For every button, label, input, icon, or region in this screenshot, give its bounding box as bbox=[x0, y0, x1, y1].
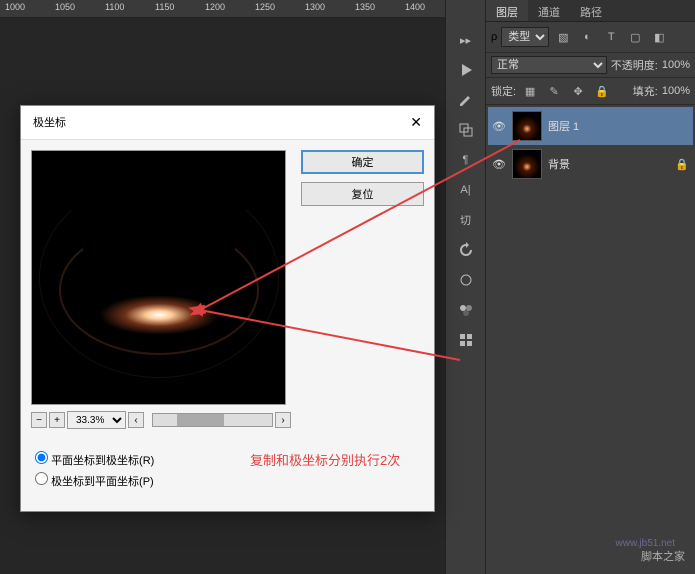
layers-panel: 图层 通道 路径 ρ 类型 ▧ ◐ T ▢ ◧ 正常 不透明度: 100% 锁定… bbox=[485, 0, 695, 574]
panel-tabs: 图层 通道 路径 bbox=[486, 0, 695, 22]
visibility-icon[interactable]: 👁 bbox=[492, 158, 506, 171]
radio-group: 平面坐标到极坐标(R) 极坐标到平面坐标(P) bbox=[31, 439, 291, 501]
layer-row[interactable]: 👁 背景 🔒 bbox=[488, 145, 693, 183]
kind-filter-select[interactable]: 类型 bbox=[501, 27, 549, 47]
fill-value[interactable]: 100% bbox=[662, 85, 690, 97]
dialog-title-text: 极坐标 bbox=[33, 114, 66, 131]
tab-paths[interactable]: 路径 bbox=[570, 0, 612, 21]
ruler-tick: 1050 bbox=[55, 0, 105, 17]
ruler-tick: 1300 bbox=[305, 0, 355, 17]
close-icon[interactable]: ✕ bbox=[410, 114, 422, 131]
tab-channels[interactable]: 通道 bbox=[528, 0, 570, 21]
swatches-icon[interactable] bbox=[454, 298, 478, 322]
history-icon[interactable] bbox=[454, 238, 478, 262]
lock-label: 锁定: bbox=[491, 83, 516, 99]
zoom-in-button[interactable]: + bbox=[49, 412, 65, 428]
radio-polar-to-rect[interactable]: 极坐标到平面坐标(P) bbox=[35, 472, 287, 489]
annotation-text: 复制和极坐标分别执行2次 bbox=[250, 450, 400, 469]
lock-icon: 🔒 bbox=[675, 158, 689, 171]
ok-button[interactable]: 确定 bbox=[301, 150, 424, 174]
adjustments-icon[interactable] bbox=[454, 268, 478, 292]
filter-image-icon[interactable]: ▧ bbox=[553, 27, 573, 47]
blend-row: 正常 不透明度: 100% bbox=[486, 53, 695, 78]
layer-list: 👁 图层 1 👁 背景 🔒 bbox=[486, 105, 695, 185]
visibility-icon[interactable]: 👁 bbox=[492, 120, 506, 133]
chevron-right-icon[interactable]: › bbox=[275, 412, 291, 428]
ruler-tick: 1250 bbox=[255, 0, 305, 17]
layer-name[interactable]: 图层 1 bbox=[548, 118, 579, 134]
play-icon[interactable] bbox=[454, 58, 478, 82]
tab-layers[interactable]: 图层 bbox=[486, 0, 528, 21]
opacity-value[interactable]: 100% bbox=[662, 59, 690, 71]
lock-transparent-icon[interactable]: ▦ bbox=[520, 81, 540, 101]
layer-thumbnail[interactable] bbox=[512, 111, 542, 141]
lock-paint-icon[interactable]: ✎ bbox=[544, 81, 564, 101]
watermark-text: 脚本之家 bbox=[641, 548, 685, 564]
layer-row[interactable]: 👁 图层 1 bbox=[488, 107, 693, 145]
clone-panel-icon[interactable] bbox=[454, 118, 478, 142]
filter-type-icon[interactable]: T bbox=[601, 27, 621, 47]
layer-thumbnail[interactable] bbox=[512, 149, 542, 179]
filter-smart-icon[interactable]: ◧ bbox=[649, 27, 669, 47]
layer-filter-row: ρ 类型 ▧ ◐ T ▢ ◧ bbox=[486, 22, 695, 53]
layer-name[interactable]: 背景 bbox=[548, 156, 570, 172]
dialog-titlebar[interactable]: 极坐标 ✕ bbox=[21, 106, 434, 140]
ruler-tick: 1200 bbox=[205, 0, 255, 17]
zoom-controls: − + 33.3% ‹ › bbox=[31, 411, 291, 429]
ruler-tick: 1350 bbox=[355, 0, 405, 17]
ruler-tick: 1150 bbox=[155, 0, 205, 17]
character-icon[interactable]: A| bbox=[454, 178, 478, 202]
zoom-out-button[interactable]: − bbox=[31, 412, 47, 428]
text-icon[interactable]: 切 bbox=[454, 208, 478, 232]
search-icon: ρ bbox=[491, 31, 497, 43]
blend-mode-select[interactable]: 正常 bbox=[491, 56, 607, 74]
filter-adjust-icon[interactable]: ◐ bbox=[577, 27, 597, 47]
paragraph-icon[interactable]: ¶ bbox=[454, 148, 478, 172]
zoom-select[interactable]: 33.3% bbox=[67, 411, 126, 429]
filter-shape-icon[interactable]: ▢ bbox=[625, 27, 645, 47]
tool-strip: ▸▸ ¶ A| 切 bbox=[445, 0, 485, 574]
fill-label: 填充: bbox=[633, 83, 658, 99]
preview-image[interactable] bbox=[31, 150, 286, 405]
lock-row: 锁定: ▦ ✎ ✥ 🔒 填充: 100% bbox=[486, 78, 695, 105]
preview-scrollbar[interactable] bbox=[152, 413, 273, 427]
opacity-label: 不透明度: bbox=[611, 57, 658, 73]
lock-all-icon[interactable]: 🔒 bbox=[592, 81, 612, 101]
ruler-tick: 1100 bbox=[105, 0, 155, 17]
lock-move-icon[interactable]: ✥ bbox=[568, 81, 588, 101]
ruler-tick: 1000 bbox=[5, 0, 55, 17]
chevron-left-icon[interactable]: ‹ bbox=[128, 412, 144, 428]
brush-panel-icon[interactable] bbox=[454, 88, 478, 112]
collapse-icon[interactable]: ▸▸ bbox=[454, 28, 478, 52]
grid-icon[interactable] bbox=[454, 328, 478, 352]
reset-button[interactable]: 复位 bbox=[301, 182, 424, 206]
